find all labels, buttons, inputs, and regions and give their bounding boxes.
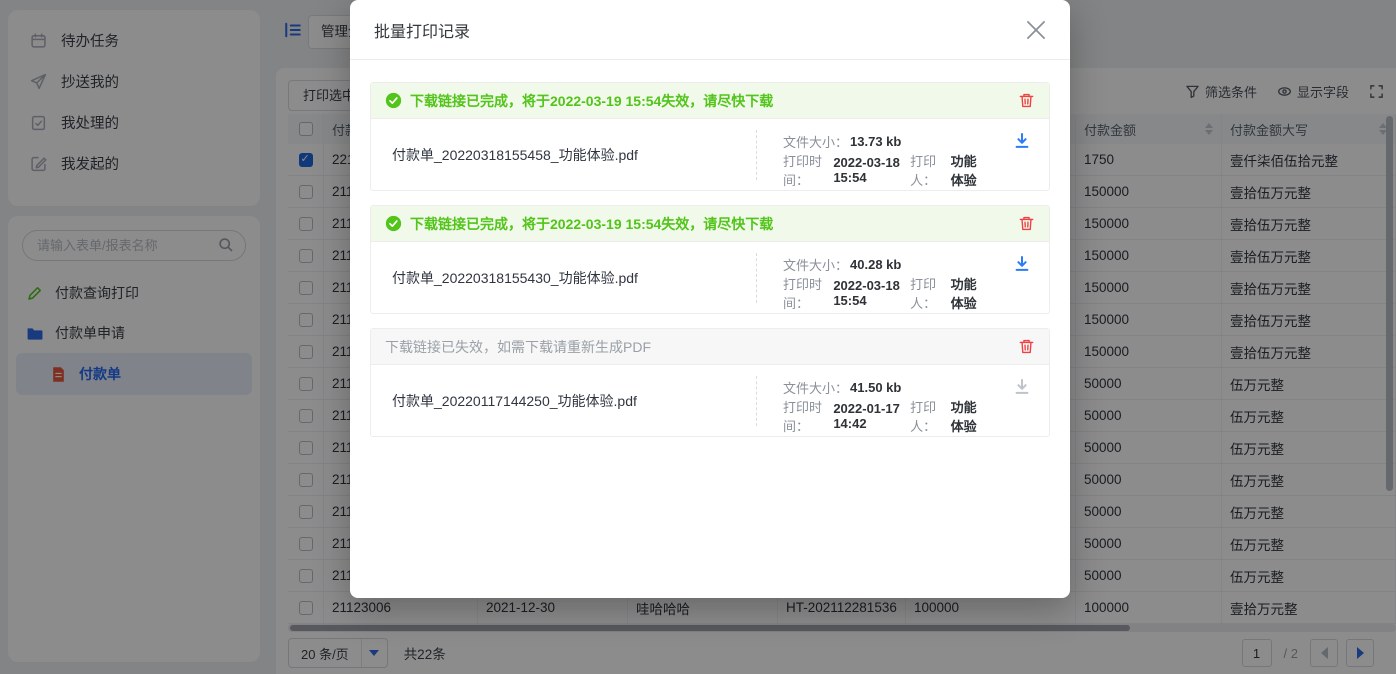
trash-icon[interactable] bbox=[1018, 92, 1035, 109]
file-size-label: 文件大小： bbox=[783, 132, 848, 151]
file-size-value: 40.28 kb bbox=[850, 257, 901, 272]
print-time-label: 打印时间： bbox=[783, 397, 831, 435]
batch-print-records-modal: 批量打印记录 下载链接已完成，将于2022-03-19 15:54失效，请尽快下… bbox=[350, 0, 1070, 598]
trash-icon[interactable] bbox=[1018, 215, 1035, 232]
printer-label: 打印人： bbox=[910, 151, 948, 189]
check-circle-icon bbox=[385, 92, 402, 109]
download-icon[interactable] bbox=[1013, 378, 1031, 396]
modal-header: 批量打印记录 bbox=[350, 0, 1070, 60]
file-size-label: 文件大小： bbox=[783, 255, 848, 274]
modal-title: 批量打印记录 bbox=[374, 18, 470, 42]
file-size-value: 41.50 kb bbox=[850, 380, 901, 395]
close-icon[interactable] bbox=[1026, 20, 1046, 40]
print-time-label: 打印时间： bbox=[783, 151, 831, 189]
download-icon[interactable] bbox=[1013, 255, 1031, 273]
record-filename: 付款单_20220318155458_功能体验.pdf bbox=[371, 145, 756, 165]
record-filename: 付款单_20220318155430_功能体验.pdf bbox=[371, 268, 756, 288]
record-filename: 付款单_20220117144250_功能体验.pdf bbox=[371, 391, 756, 411]
record-status-text: 下载链接已完成，将于2022-03-19 15:54失效，请尽快下载 bbox=[410, 214, 773, 234]
check-circle-icon bbox=[385, 215, 402, 232]
record-status-text: 下载链接已失效，如需下载请重新生成PDF bbox=[385, 337, 651, 357]
printer-label: 打印人： bbox=[910, 397, 948, 435]
record-status-text: 下载链接已完成，将于2022-03-19 15:54失效，请尽快下载 bbox=[410, 91, 773, 111]
printer-label: 打印人： bbox=[910, 274, 948, 312]
printer-value: 功能体验 bbox=[951, 274, 989, 312]
download-icon[interactable] bbox=[1013, 132, 1031, 150]
record-body: 付款单_20220117144250_功能体验.pdf 文件大小： 41.50 … bbox=[371, 364, 1049, 436]
record-meta: 文件大小： 40.28 kb 打印时间： 2022-03-18 15:54 打印… bbox=[757, 242, 1049, 313]
record-body: 付款单_20220318155430_功能体验.pdf 文件大小： 40.28 … bbox=[371, 241, 1049, 313]
print-time-label: 打印时间： bbox=[783, 274, 831, 312]
print-record: 下载链接已完成，将于2022-03-19 15:54失效，请尽快下载 付款单_2… bbox=[370, 82, 1050, 191]
record-meta: 文件大小： 41.50 kb 打印时间： 2022-01-17 14:42 打印… bbox=[757, 365, 1049, 436]
record-body: 付款单_20220318155458_功能体验.pdf 文件大小： 13.73 … bbox=[371, 118, 1049, 190]
printer-value: 功能体验 bbox=[951, 397, 989, 435]
record-status-banner: 下载链接已完成，将于2022-03-19 15:54失效，请尽快下载 bbox=[371, 206, 1049, 241]
record-status-banner: 下载链接已失效，如需下载请重新生成PDF bbox=[371, 329, 1049, 364]
file-size-value: 13.73 kb bbox=[850, 134, 901, 149]
print-record: 下载链接已失效，如需下载请重新生成PDF 付款单_20220117144250_… bbox=[370, 328, 1050, 437]
print-time-value: 2022-03-18 15:54 bbox=[833, 278, 910, 308]
trash-icon[interactable] bbox=[1018, 338, 1035, 355]
printer-value: 功能体验 bbox=[951, 151, 989, 189]
record-meta: 文件大小： 13.73 kb 打印时间： 2022-03-18 15:54 打印… bbox=[757, 119, 1049, 190]
print-time-value: 2022-03-18 15:54 bbox=[833, 155, 910, 185]
record-status-banner: 下载链接已完成，将于2022-03-19 15:54失效，请尽快下载 bbox=[371, 83, 1049, 118]
file-size-label: 文件大小： bbox=[783, 378, 848, 397]
app-root: 待办任务 抄送我的 我处理的 我发起的 bbox=[0, 0, 1396, 674]
print-time-value: 2022-01-17 14:42 bbox=[833, 401, 910, 431]
print-record-list: 下载链接已完成，将于2022-03-19 15:54失效，请尽快下载 付款单_2… bbox=[350, 60, 1070, 437]
print-record: 下载链接已完成，将于2022-03-19 15:54失效，请尽快下载 付款单_2… bbox=[370, 205, 1050, 314]
